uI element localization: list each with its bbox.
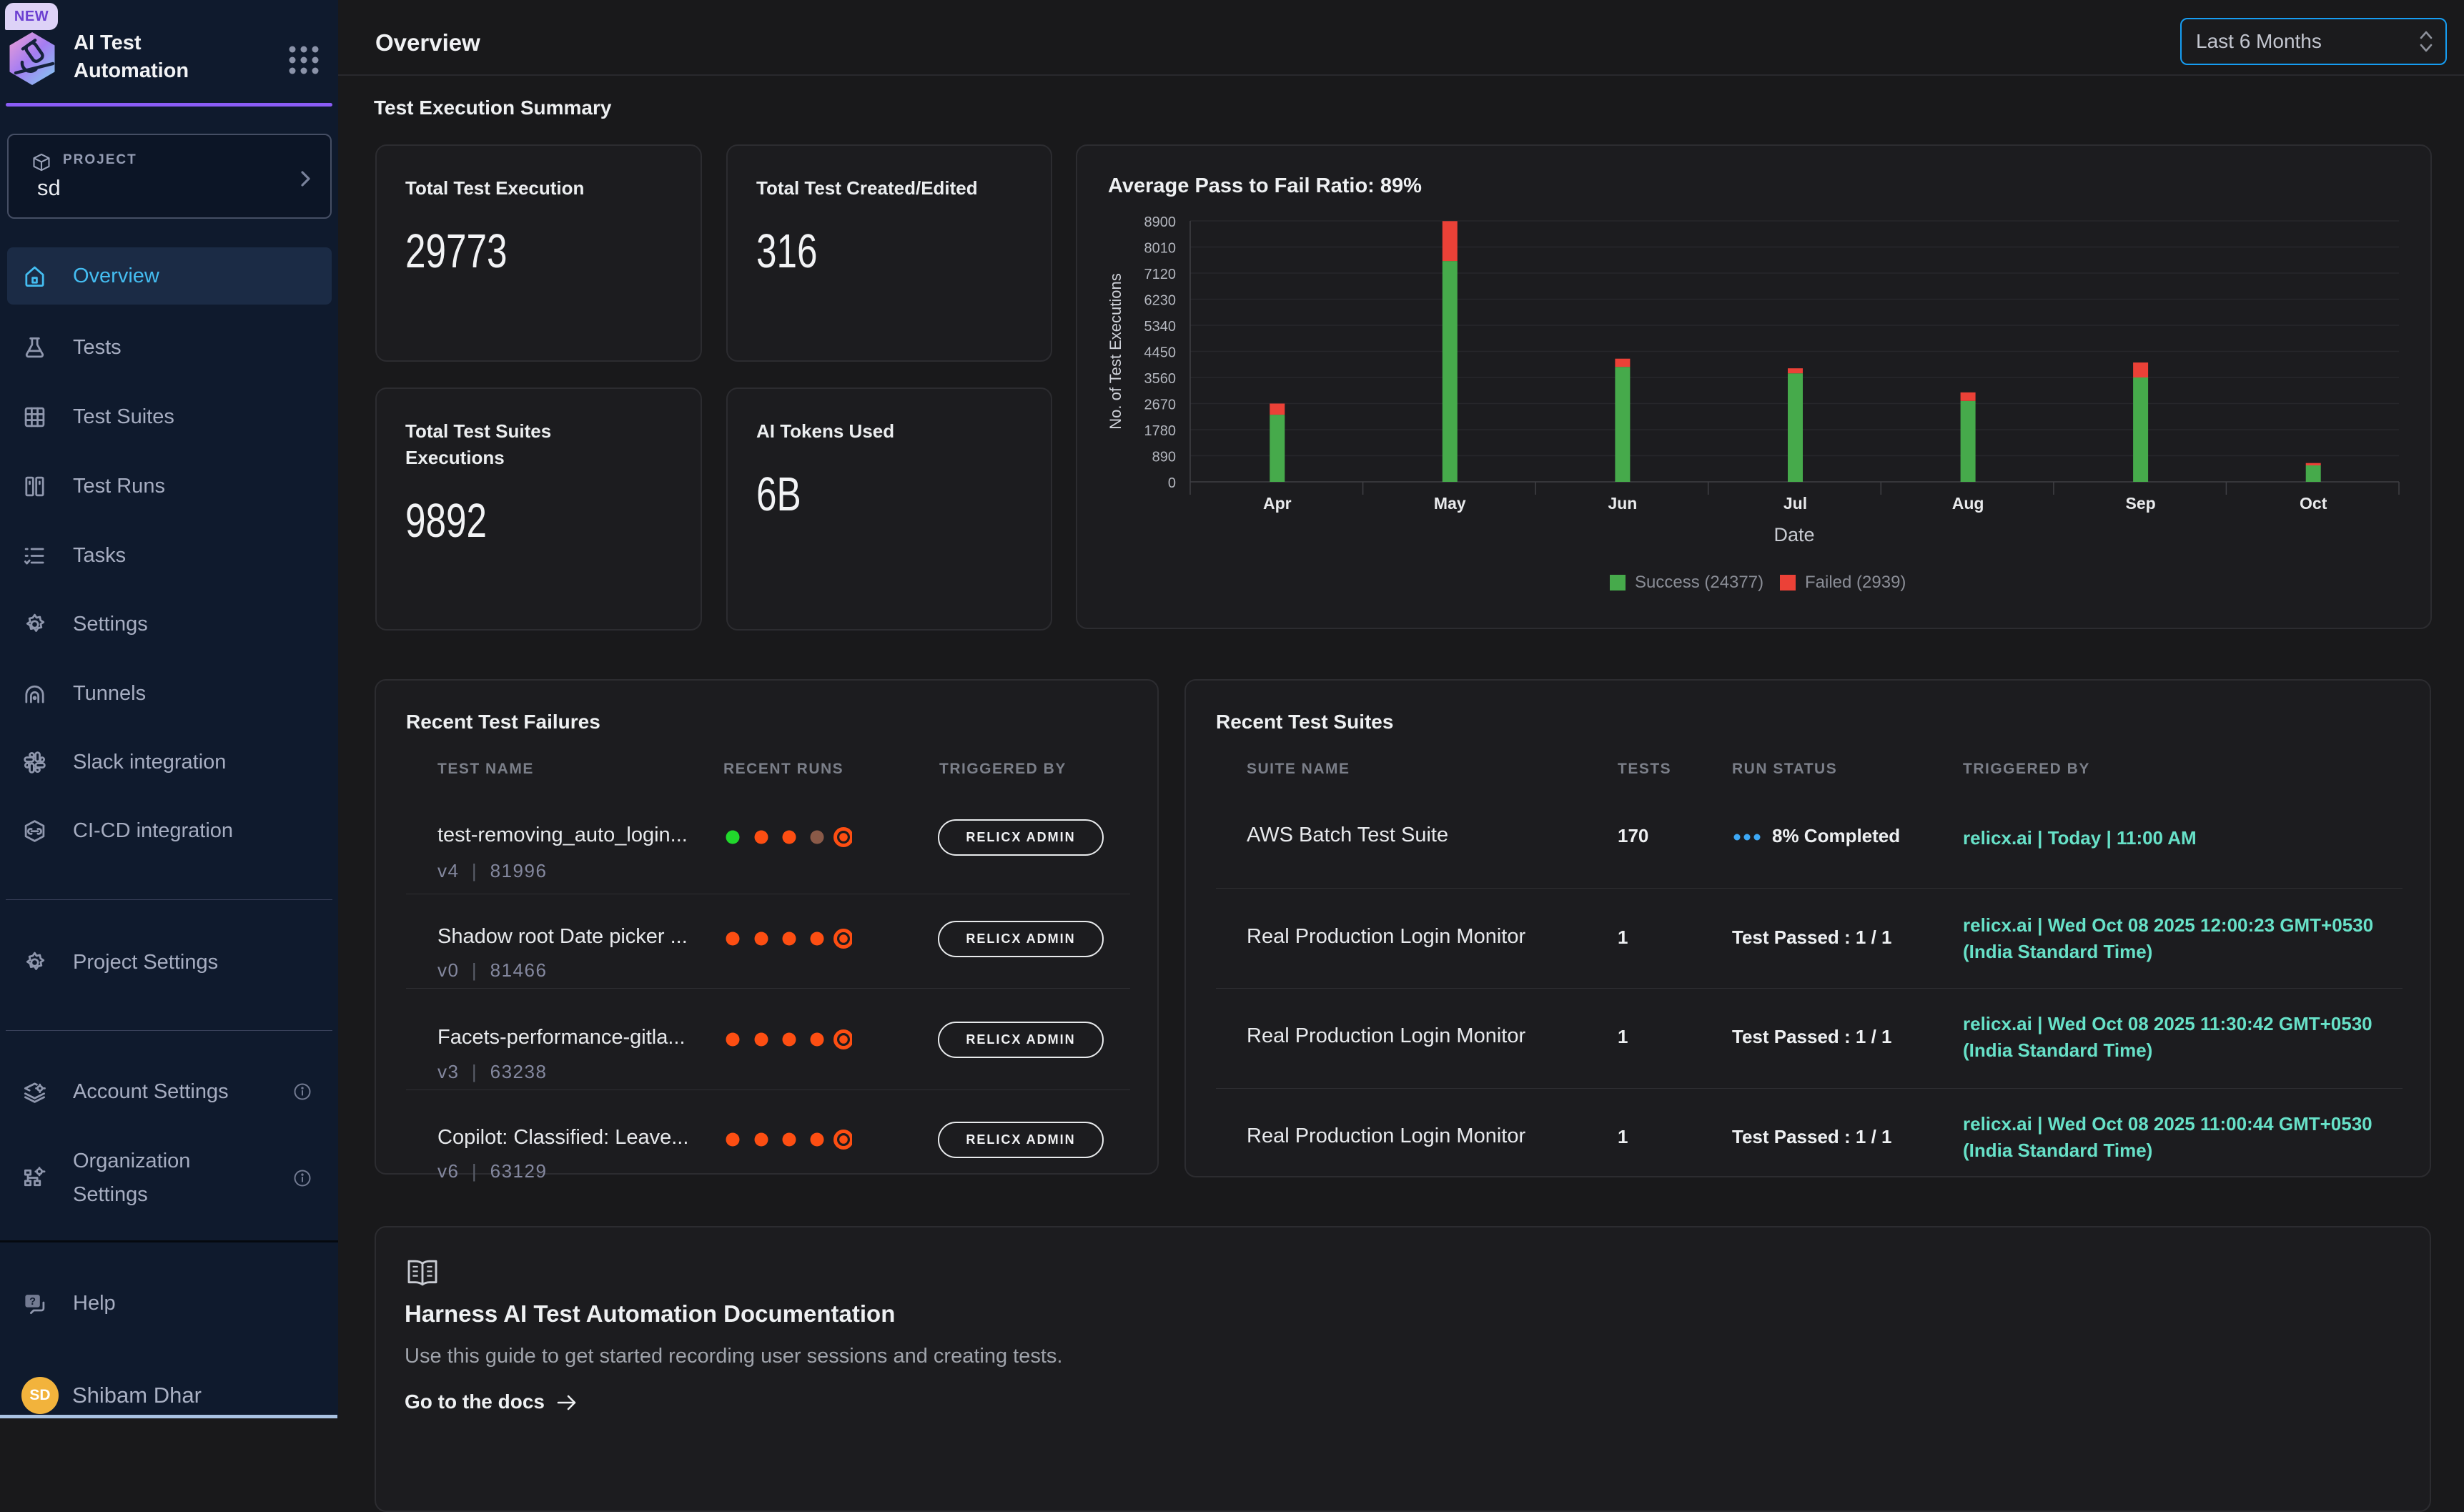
svg-text:2670: 2670 [1144,397,1177,413]
svg-text:8010: 8010 [1144,241,1177,257]
svg-text:7120: 7120 [1144,267,1177,282]
svg-text:8900: 8900 [1144,214,1177,230]
svg-text:?: ? [29,1295,36,1307]
svg-text:Jun: Jun [1608,494,1637,513]
svg-text:890: 890 [1152,450,1176,465]
svg-text:Apr: Apr [1263,494,1292,513]
svg-text:May: May [1434,494,1466,513]
svg-text:No. of Test Executions: No. of Test Executions [1107,273,1124,430]
svg-text:Jul: Jul [1783,494,1807,513]
svg-text:5340: 5340 [1144,319,1177,335]
svg-text:Sep: Sep [2126,494,2156,513]
svg-text:4450: 4450 [1144,345,1177,361]
svg-text:1780: 1780 [1144,423,1177,439]
svg-text:Aug: Aug [1952,494,1984,513]
svg-text:0: 0 [1168,475,1176,491]
svg-text:6230: 6230 [1144,293,1177,309]
svg-text:Failed (2939): Failed (2939) [1805,573,1906,592]
svg-text:Oct: Oct [2300,494,2327,513]
svg-text:Success (24377): Success (24377) [1635,573,1763,592]
svg-text:3560: 3560 [1144,371,1177,387]
svg-text:Date: Date [1773,524,1814,545]
